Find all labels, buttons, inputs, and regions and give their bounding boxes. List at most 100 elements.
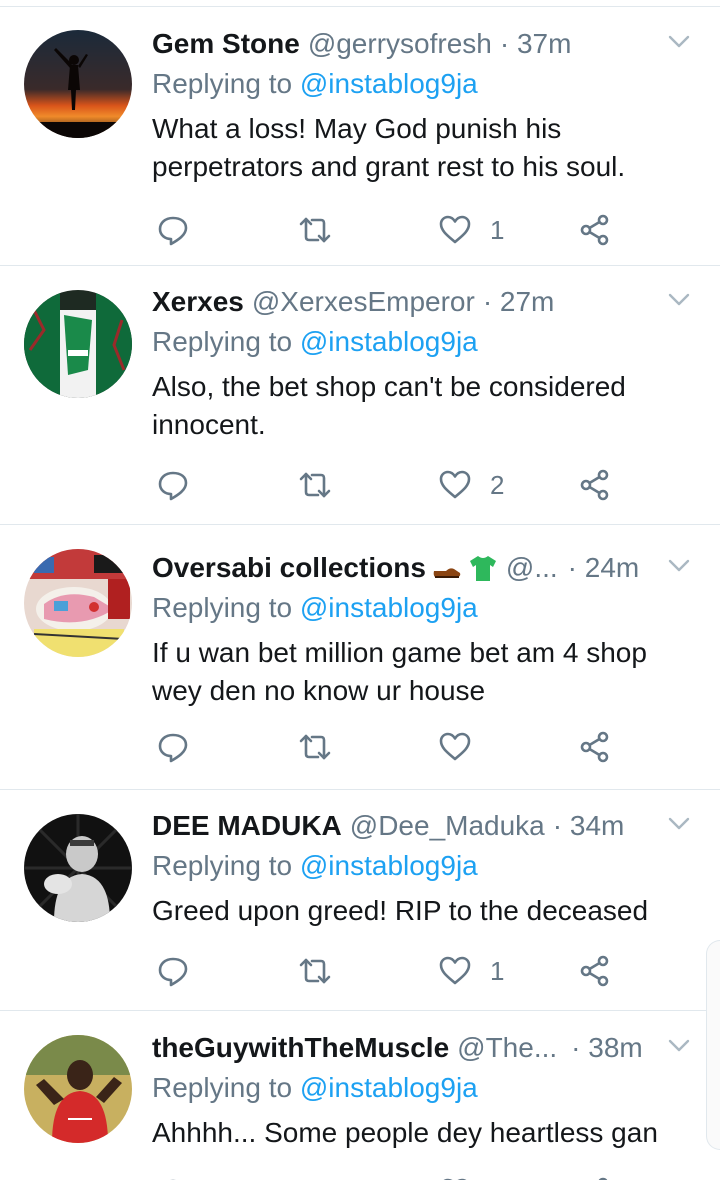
retweet-icon bbox=[299, 958, 331, 984]
replying-to: Replying to @instablog9ja bbox=[152, 322, 700, 362]
scrollbar-thumb[interactable] bbox=[706, 940, 720, 1150]
share-button[interactable] bbox=[578, 725, 612, 769]
tweet-actions: 1 bbox=[152, 208, 672, 252]
share-button[interactable] bbox=[578, 208, 612, 252]
user-handle[interactable]: @XerxesEmperor bbox=[252, 282, 475, 322]
tweet-timestamp[interactable]: · 34m bbox=[553, 806, 625, 846]
share-icon bbox=[580, 214, 609, 246]
replying-to: Replying to @instablog9ja bbox=[152, 64, 700, 104]
share-icon bbox=[598, 1177, 608, 1180]
like-button[interactable]: 1 bbox=[438, 208, 504, 252]
chevron-down-icon[interactable] bbox=[664, 808, 694, 838]
share-icon bbox=[580, 955, 609, 987]
replying-to-label: Replying to bbox=[152, 326, 300, 357]
user-display-name[interactable]: Gem Stone bbox=[152, 24, 300, 64]
tweet-reply[interactable]: Gem Stone @gerrysofresh · 37m Replying t… bbox=[0, 7, 720, 266]
user-display-name[interactable]: Oversabi collections bbox=[152, 548, 426, 588]
avatar[interactable] bbox=[24, 1035, 132, 1143]
tweet-text: If u wan bet million game bet am 4 shop … bbox=[152, 637, 647, 706]
avatar[interactable] bbox=[24, 290, 132, 398]
replying-to-mention[interactable]: @instablog9ja bbox=[300, 326, 478, 357]
tweet-reply[interactable]: DEE MADUKA @Dee_Maduka · 34m Replying to… bbox=[0, 790, 720, 1011]
share-button[interactable] bbox=[578, 463, 612, 507]
heart-icon bbox=[439, 470, 471, 499]
user-handle[interactable]: @The... bbox=[457, 1028, 557, 1068]
like-count: 1 bbox=[490, 956, 505, 986]
replying-to-mention[interactable]: @instablog9ja bbox=[300, 1072, 478, 1103]
retweet-icon bbox=[299, 472, 331, 498]
tweet-timestamp[interactable]: · 38m bbox=[571, 1028, 643, 1068]
replying-to: Replying to @instablog9ja bbox=[152, 846, 700, 886]
tweet-actions bbox=[152, 1171, 672, 1180]
replying-to-label: Replying to bbox=[152, 850, 300, 881]
user-display-name[interactable]: DEE MADUKA bbox=[152, 806, 342, 846]
tweet-text: What a loss! May God punish his perpetra… bbox=[152, 113, 626, 182]
user-handle[interactable]: @... bbox=[506, 548, 558, 588]
heart-icon bbox=[439, 215, 471, 244]
retweet-button[interactable] bbox=[298, 949, 332, 993]
chevron-down-icon[interactable] bbox=[664, 284, 694, 314]
chevron-down-icon[interactable] bbox=[664, 1030, 694, 1060]
reply-icon bbox=[158, 216, 188, 246]
tweet-timestamp[interactable]: · 24m bbox=[568, 548, 640, 588]
like-count: 1 bbox=[490, 215, 505, 245]
reply-button[interactable] bbox=[156, 725, 190, 769]
user-display-name[interactable]: theGuywithTheMuscle bbox=[152, 1028, 449, 1068]
chevron-down-icon[interactable] bbox=[664, 550, 694, 580]
reply-icon bbox=[169, 1179, 177, 1180]
reply-button[interactable] bbox=[156, 949, 190, 993]
tweet-actions: 1 bbox=[152, 949, 672, 993]
tweet-reply[interactable]: theGuywithTheMuscle @The... · 38m Replyi… bbox=[0, 1011, 720, 1180]
like-button[interactable]: 1 bbox=[438, 949, 504, 993]
avatar[interactable] bbox=[24, 30, 132, 138]
reply-icon bbox=[158, 733, 188, 763]
retweet-button[interactable] bbox=[298, 725, 332, 769]
replying-to-label: Replying to bbox=[152, 592, 300, 623]
retweet-icon bbox=[299, 217, 331, 243]
tweet-reply[interactable]: Xerxes @XerxesEmperor · 27m Replying to … bbox=[0, 266, 720, 525]
retweet-button[interactable] bbox=[298, 463, 332, 507]
share-button[interactable] bbox=[578, 1171, 612, 1180]
tweet-text: Ahhhh... Some people dey heartless gan bbox=[152, 1117, 658, 1148]
like-button[interactable]: 2 bbox=[438, 463, 504, 507]
replying-to: Replying to @instablog9ja bbox=[152, 1068, 700, 1108]
tweet-text: Also, the bet shop can't be considered i… bbox=[152, 371, 626, 440]
reply-button[interactable] bbox=[156, 208, 190, 252]
shoe-emoji bbox=[432, 553, 462, 583]
replying-to-mention[interactable]: @instablog9ja bbox=[300, 68, 478, 99]
tweet-timestamp[interactable]: · 37m bbox=[500, 24, 572, 64]
reply-button[interactable] bbox=[156, 463, 190, 507]
tweet-reply[interactable]: Oversabi collections @... · 24m Replying… bbox=[0, 525, 720, 790]
reply-icon bbox=[158, 471, 188, 501]
replying-to-label: Replying to bbox=[152, 68, 300, 99]
user-handle[interactable]: @Dee_Maduka bbox=[350, 806, 545, 846]
retweet-button[interactable] bbox=[298, 1171, 332, 1180]
share-icon bbox=[580, 469, 609, 501]
like-button[interactable] bbox=[438, 1171, 490, 1180]
avatar[interactable] bbox=[24, 549, 132, 657]
replying-to-mention[interactable]: @instablog9ja bbox=[300, 592, 478, 623]
tshirt-emoji bbox=[468, 553, 498, 583]
replying-to-mention[interactable]: @instablog9ja bbox=[300, 850, 478, 881]
replying-to: Replying to @instablog9ja bbox=[152, 588, 700, 628]
retweet-button[interactable] bbox=[298, 208, 332, 252]
tweet-timestamp[interactable]: · 27m bbox=[483, 282, 555, 322]
heart-icon bbox=[439, 732, 471, 761]
replying-to-label: Replying to bbox=[152, 1072, 300, 1103]
like-button[interactable] bbox=[438, 725, 490, 769]
share-button[interactable] bbox=[578, 949, 612, 993]
retweet-icon bbox=[299, 734, 331, 760]
tweet-actions bbox=[152, 725, 672, 769]
tweet-actions: 2 bbox=[152, 463, 672, 507]
heart-icon bbox=[443, 1178, 467, 1180]
tweet-text: Greed upon greed! RIP to the deceased bbox=[152, 895, 649, 926]
reply-icon bbox=[158, 957, 188, 987]
user-display-name[interactable]: Xerxes bbox=[152, 282, 244, 322]
retweet-icon bbox=[298, 1176, 332, 1180]
heart-icon bbox=[439, 956, 471, 985]
reply-button[interactable] bbox=[156, 1171, 190, 1180]
avatar[interactable] bbox=[24, 814, 132, 922]
like-count: 2 bbox=[490, 470, 505, 500]
chevron-down-icon[interactable] bbox=[664, 26, 694, 56]
user-handle[interactable]: @gerrysofresh bbox=[308, 24, 492, 64]
